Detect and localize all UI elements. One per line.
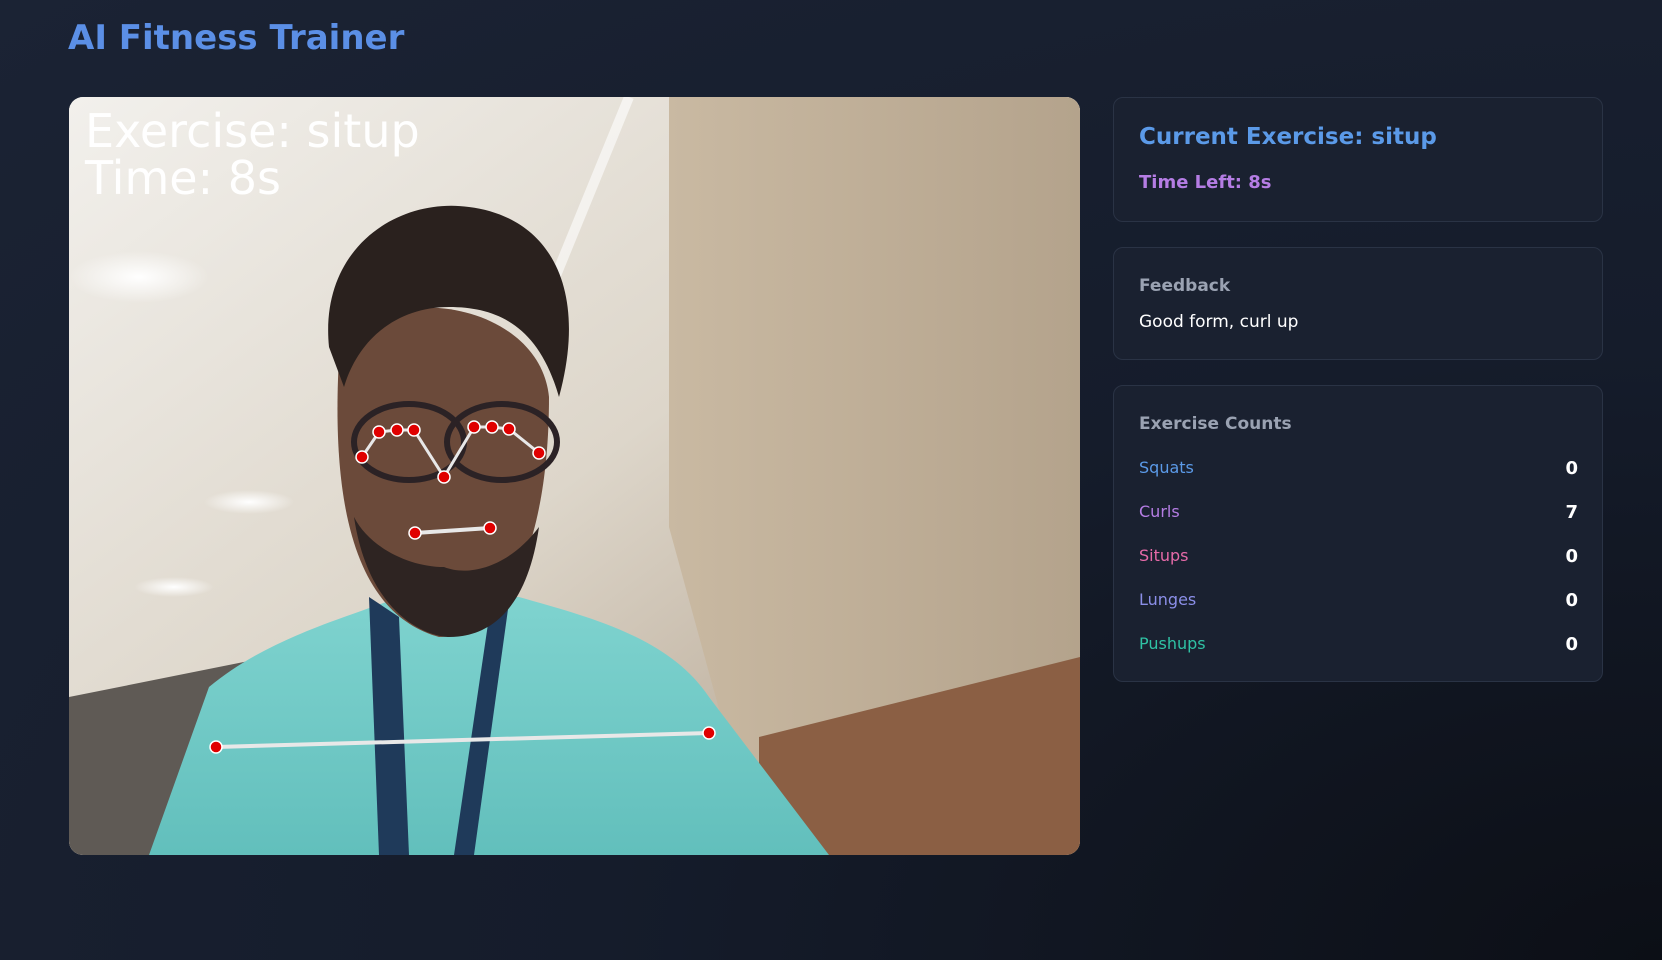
landmark-point xyxy=(408,526,422,540)
count-row-pushups: Pushups 0 xyxy=(1139,634,1578,660)
time-left: Time Left: 8s xyxy=(1139,172,1272,193)
feedback-panel: Feedback Good form, curl up xyxy=(1113,247,1603,360)
landmark-point xyxy=(372,425,386,439)
landmark-point xyxy=(502,422,516,436)
feedback-text: Good form, curl up xyxy=(1139,312,1299,332)
count-label: Curls xyxy=(1139,502,1180,521)
landmark-point xyxy=(355,450,369,464)
landmark-point xyxy=(209,740,223,754)
app-title: AI Fitness Trainer xyxy=(68,18,405,58)
count-row-lunges: Lunges 0 xyxy=(1139,590,1578,616)
landmark-point xyxy=(407,423,421,437)
landmark-point xyxy=(390,423,404,437)
count-row-situps: Situps 0 xyxy=(1139,546,1578,572)
ceiling-light xyxy=(69,251,209,303)
counts-title: Exercise Counts xyxy=(1139,414,1292,434)
overlay-time-text: Time: 8s xyxy=(84,151,281,205)
count-value: 0 xyxy=(1565,546,1578,567)
count-label: Lunges xyxy=(1139,590,1197,609)
overlay-exercise-text: Exercise: situp xyxy=(85,104,420,158)
count-label: Squats xyxy=(1139,458,1194,477)
count-row-curls: Curls 7 xyxy=(1139,502,1578,528)
landmark-point xyxy=(437,470,451,484)
webcam-feed: Exercise: situp Time: 8s xyxy=(69,97,1080,855)
count-value: 0 xyxy=(1565,634,1578,655)
count-label: Situps xyxy=(1139,546,1189,565)
count-value: 7 xyxy=(1565,502,1578,523)
landmark-point xyxy=(467,420,481,434)
exercise-counts-panel: Exercise Counts Squats 0 Curls 7 Situps … xyxy=(1113,385,1603,682)
current-exercise: Current Exercise: situp xyxy=(1139,124,1437,150)
feedback-title: Feedback xyxy=(1139,276,1231,296)
landmark-point xyxy=(483,521,497,535)
landmark-point xyxy=(532,446,546,460)
count-label: Pushups xyxy=(1139,634,1206,653)
webcam-scene: Exercise: situp Time: 8s xyxy=(69,97,1080,855)
count-row-squats: Squats 0 xyxy=(1139,458,1578,484)
count-value: 0 xyxy=(1565,458,1578,479)
landmark-point xyxy=(485,420,499,434)
count-value: 0 xyxy=(1565,590,1578,611)
landmark-point xyxy=(702,726,716,740)
exercise-status-panel: Current Exercise: situp Time Left: 8s xyxy=(1113,97,1603,222)
